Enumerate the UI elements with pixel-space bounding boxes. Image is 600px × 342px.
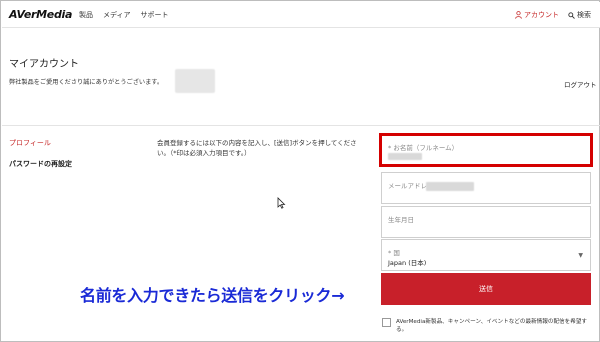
divider bbox=[2, 125, 600, 126]
nav-item-media[interactable]: メディア bbox=[103, 10, 131, 20]
logout-link[interactable]: ログアウト bbox=[564, 79, 597, 89]
sidebar-item-password-reset[interactable]: パスワードの再設定 bbox=[9, 159, 72, 169]
page-frame: AVerMedia 製品 メディア サポート アカウント 検索 マイアカウント … bbox=[0, 0, 600, 342]
search-link[interactable]: 検索 bbox=[568, 10, 591, 20]
cursor-icon bbox=[277, 197, 286, 209]
person-icon bbox=[515, 11, 522, 19]
name-field-highlight bbox=[379, 133, 593, 167]
main-nav: 製品 メディア サポート bbox=[79, 10, 169, 20]
country-select-value: Japan (日本) bbox=[388, 259, 427, 267]
birthdate-field[interactable]: 生年月日 bbox=[381, 206, 591, 238]
search-icon bbox=[568, 11, 575, 19]
nav-item-support[interactable]: サポート bbox=[141, 10, 169, 20]
page-title: マイアカウント bbox=[9, 59, 79, 70]
submit-button[interactable]: 送信 bbox=[381, 273, 591, 305]
email-field[interactable]: メールアドレス bbox=[381, 172, 591, 204]
nav-item-products[interactable]: 製品 bbox=[79, 10, 93, 20]
site-header: AVerMedia 製品 メディア サポート アカウント 検索 bbox=[2, 2, 600, 28]
brand-logo[interactable]: AVerMedia bbox=[9, 8, 72, 21]
country-select[interactable]: * 国 Japan (日本) ▼ bbox=[381, 239, 591, 271]
newsletter-consent-label[interactable]: AVerMedia新製品、キャンペーン、イベントなどの最新情報の配信を希望する。 bbox=[396, 318, 596, 334]
sidebar-item-profile[interactable]: プロフィール bbox=[9, 138, 51, 148]
birthdate-field-label: 生年月日 bbox=[388, 216, 414, 224]
newsletter-checkbox[interactable] bbox=[382, 318, 391, 327]
thanks-message: 弊社製品をご愛用くださり誠にありがとうございます。 bbox=[9, 79, 164, 86]
username-redacted bbox=[175, 69, 215, 93]
chevron-down-icon: ▼ bbox=[578, 252, 583, 259]
account-label: アカウント bbox=[524, 11, 559, 19]
annotation-callout: 名前を入力できたら送信をクリック→ bbox=[80, 286, 345, 305]
search-label: 検索 bbox=[577, 11, 591, 19]
country-select-label: * 国 bbox=[388, 249, 400, 257]
account-link[interactable]: アカウント bbox=[515, 10, 559, 20]
email-value-redacted bbox=[426, 182, 474, 191]
form-instructions: 会員登録するには以下の内容を記入し、[送信]ボタンを押してください。（*印は必須… bbox=[157, 139, 357, 157]
